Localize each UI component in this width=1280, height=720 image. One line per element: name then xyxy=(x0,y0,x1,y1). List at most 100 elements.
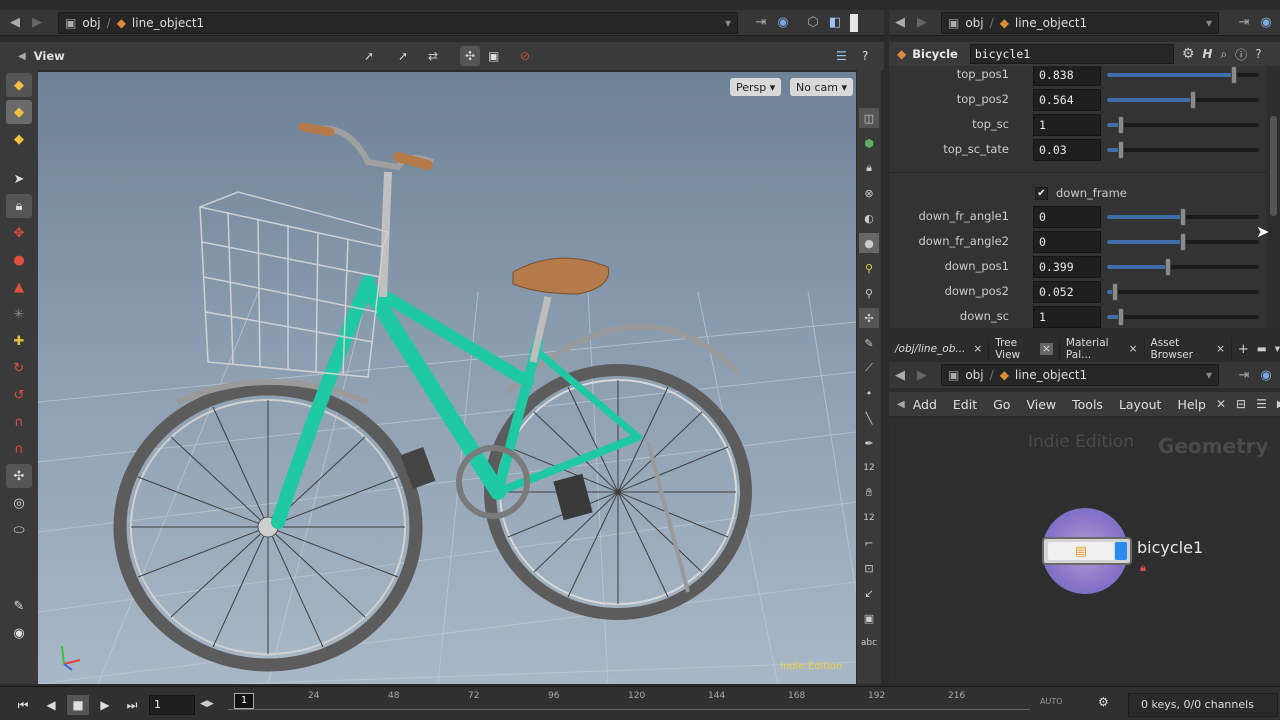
gear-icon[interactable]: ⚙ xyxy=(1182,46,1195,62)
param-slider[interactable] xyxy=(1107,233,1259,251)
select-mode-icon[interactable]: ◆ xyxy=(6,73,32,97)
close-icon[interactable]: × xyxy=(1129,343,1138,355)
display-icon[interactable]: ▣ xyxy=(488,49,499,63)
move-tool-icon[interactable]: ➚ xyxy=(398,49,408,63)
close-icon[interactable]: × xyxy=(1040,343,1053,355)
param-slider[interactable] xyxy=(1107,208,1259,226)
render-icon[interactable]: ⬭ xyxy=(6,518,32,542)
back-arrow-icon[interactable]: ◀ xyxy=(889,364,911,386)
param-slider[interactable] xyxy=(1107,91,1259,109)
frame-12b-icon[interactable]: 12 xyxy=(859,508,879,528)
rotate-icon[interactable]: ↻ xyxy=(6,356,32,380)
settings-list-icon[interactable]: ☰ xyxy=(836,49,847,63)
select-prims-icon[interactable]: ◆ xyxy=(6,127,32,151)
menu-add[interactable]: Add xyxy=(905,397,945,412)
pointer-icon[interactable]: ➤ xyxy=(6,167,32,191)
location-icon[interactable]: ⚲ xyxy=(859,283,879,303)
camera-icon[interactable]: ◎ xyxy=(6,491,32,515)
path-root[interactable]: obj xyxy=(82,16,100,30)
tree-icon[interactable]: ⊟ xyxy=(1236,397,1246,411)
forward-arrow-icon[interactable]: ▶ xyxy=(26,12,48,34)
pin-icon[interactable]: ⇥ xyxy=(750,12,772,34)
param-slider[interactable] xyxy=(1107,116,1259,134)
stop-icon[interactable]: ■ xyxy=(67,695,89,715)
light-icon[interactable]: ● xyxy=(859,233,879,253)
lock-camera-icon[interactable]: 🔒︎ xyxy=(859,158,879,178)
forward-arrow-icon[interactable]: ▶ xyxy=(911,12,933,34)
param-scrollbar[interactable] xyxy=(1267,66,1280,328)
select-tool-icon[interactable]: ➚ xyxy=(364,49,374,63)
snap-tool-icon[interactable]: ✣ xyxy=(6,464,32,488)
chevron-down-icon[interactable]: ▾ xyxy=(1206,16,1212,30)
param-value-field[interactable]: 1 xyxy=(1033,306,1101,328)
menu-view[interactable]: View xyxy=(1018,397,1064,412)
maximize-icon[interactable]: ▬ xyxy=(1257,343,1267,355)
param-value-field[interactable]: 0.03 xyxy=(1033,139,1101,161)
param-value-field[interactable]: 0.399 xyxy=(1033,256,1101,278)
back-arrow-icon[interactable]: ◀ xyxy=(889,12,911,34)
frame-12-icon[interactable]: 12 xyxy=(859,458,879,478)
magnet-icon[interactable]: ∩ xyxy=(6,437,32,461)
transform-icon[interactable]: ✚ xyxy=(6,329,32,353)
ghost-icon[interactable]: ⊗ xyxy=(859,183,879,203)
3d-viewport[interactable]: Persp ▾ No cam ▾ Indie Edition xyxy=(38,72,856,684)
arrow-tool-icon[interactable]: ↙ xyxy=(859,583,879,603)
param-value-field[interactable]: 1 xyxy=(1033,114,1101,136)
translate-icon[interactable]: ● xyxy=(6,248,32,272)
info-icon[interactable]: ⓘ xyxy=(1235,46,1247,63)
cube-icon[interactable]: ⬡ xyxy=(802,12,824,34)
param-slider[interactable] xyxy=(1107,308,1259,326)
pin-icon[interactable]: ⇥ xyxy=(1233,12,1255,34)
chevron-down-icon[interactable]: ▾ xyxy=(1206,368,1212,382)
auto-key-label[interactable]: AUTO xyxy=(1040,697,1063,706)
scrollbar-thumb[interactable] xyxy=(1270,116,1277,216)
display-flag[interactable] xyxy=(1115,542,1127,560)
shading-icon[interactable]: ◐ xyxy=(859,208,879,228)
material-icon[interactable]: ◧ xyxy=(824,12,846,34)
menu-edit[interactable]: Edit xyxy=(945,397,985,412)
menu-go[interactable]: Go xyxy=(985,397,1018,412)
magnet-small-icon[interactable]: ∩ xyxy=(6,410,32,434)
list-icon[interactable]: ☰ xyxy=(1256,397,1267,411)
hscript-icon[interactable]: H xyxy=(1202,47,1212,61)
add-tab-icon[interactable]: + xyxy=(1238,342,1249,357)
search-icon[interactable]: ⌕ xyxy=(1220,47,1227,62)
skip-start-icon[interactable]: ⏮ xyxy=(12,695,34,715)
chevron-down-icon[interactable]: ▾ xyxy=(1275,343,1280,355)
handle-icon[interactable]: ✥ xyxy=(6,221,32,245)
play-icon[interactable]: ▶ xyxy=(94,695,116,715)
channel-icon[interactable]: ⚙ xyxy=(1098,695,1118,715)
step-icon[interactable]: ◀▶ xyxy=(200,699,214,709)
close-icon[interactable]: × xyxy=(973,343,982,355)
pin-tool-icon[interactable]: ⚲ xyxy=(859,258,879,278)
menu-layout[interactable]: Layout xyxy=(1111,397,1170,412)
param-slider[interactable] xyxy=(1107,283,1259,301)
help-icon[interactable]: ? xyxy=(862,49,868,63)
tab-tree-view[interactable]: Tree View × xyxy=(989,337,1060,361)
down-frame-toggle[interactable]: ✔ down_frame xyxy=(1035,186,1127,200)
pose-icon[interactable]: ✳ xyxy=(6,302,32,326)
path-node[interactable]: line_object1 xyxy=(1015,368,1087,382)
scale-icon[interactable]: ▲ xyxy=(6,275,32,299)
link-icon[interactable]: ◉ xyxy=(1255,12,1277,34)
camera-menu-button[interactable]: No cam ▾ xyxy=(790,78,853,96)
view-menu-icon[interactable]: ◀ xyxy=(18,51,26,62)
swap-icon[interactable]: ⇄ xyxy=(428,49,438,63)
rotate-alt-icon[interactable]: ↺ xyxy=(6,383,32,407)
menu-arrow-icon[interactable]: ◀ xyxy=(897,399,905,410)
link-icon[interactable]: ◉ xyxy=(1255,364,1277,386)
current-frame-marker[interactable]: 1 xyxy=(234,693,254,709)
hand-icon[interactable]: ✋︎ xyxy=(859,483,879,503)
tab-asset-browser[interactable]: Asset Browser × xyxy=(1145,337,1232,361)
param-value-field[interactable]: 0.838 xyxy=(1033,66,1101,86)
snap-icon[interactable]: ✣ xyxy=(460,46,480,66)
pane-maximize-icon[interactable] xyxy=(850,13,858,32)
bicycle-node[interactable]: ▤ xyxy=(1042,537,1132,565)
tab-material-palette[interactable]: Material Pal... × xyxy=(1060,337,1145,361)
param-value-field[interactable]: 0 xyxy=(1033,206,1101,228)
param-value-field[interactable]: 0.052 xyxy=(1033,281,1101,303)
record-icon[interactable]: ⊘ xyxy=(520,49,530,63)
bone-icon[interactable]: ⟋ xyxy=(859,358,879,378)
tab-network[interactable]: /obj/line_ob... × xyxy=(889,338,990,360)
line-tool-icon[interactable]: ╲ xyxy=(859,408,879,428)
